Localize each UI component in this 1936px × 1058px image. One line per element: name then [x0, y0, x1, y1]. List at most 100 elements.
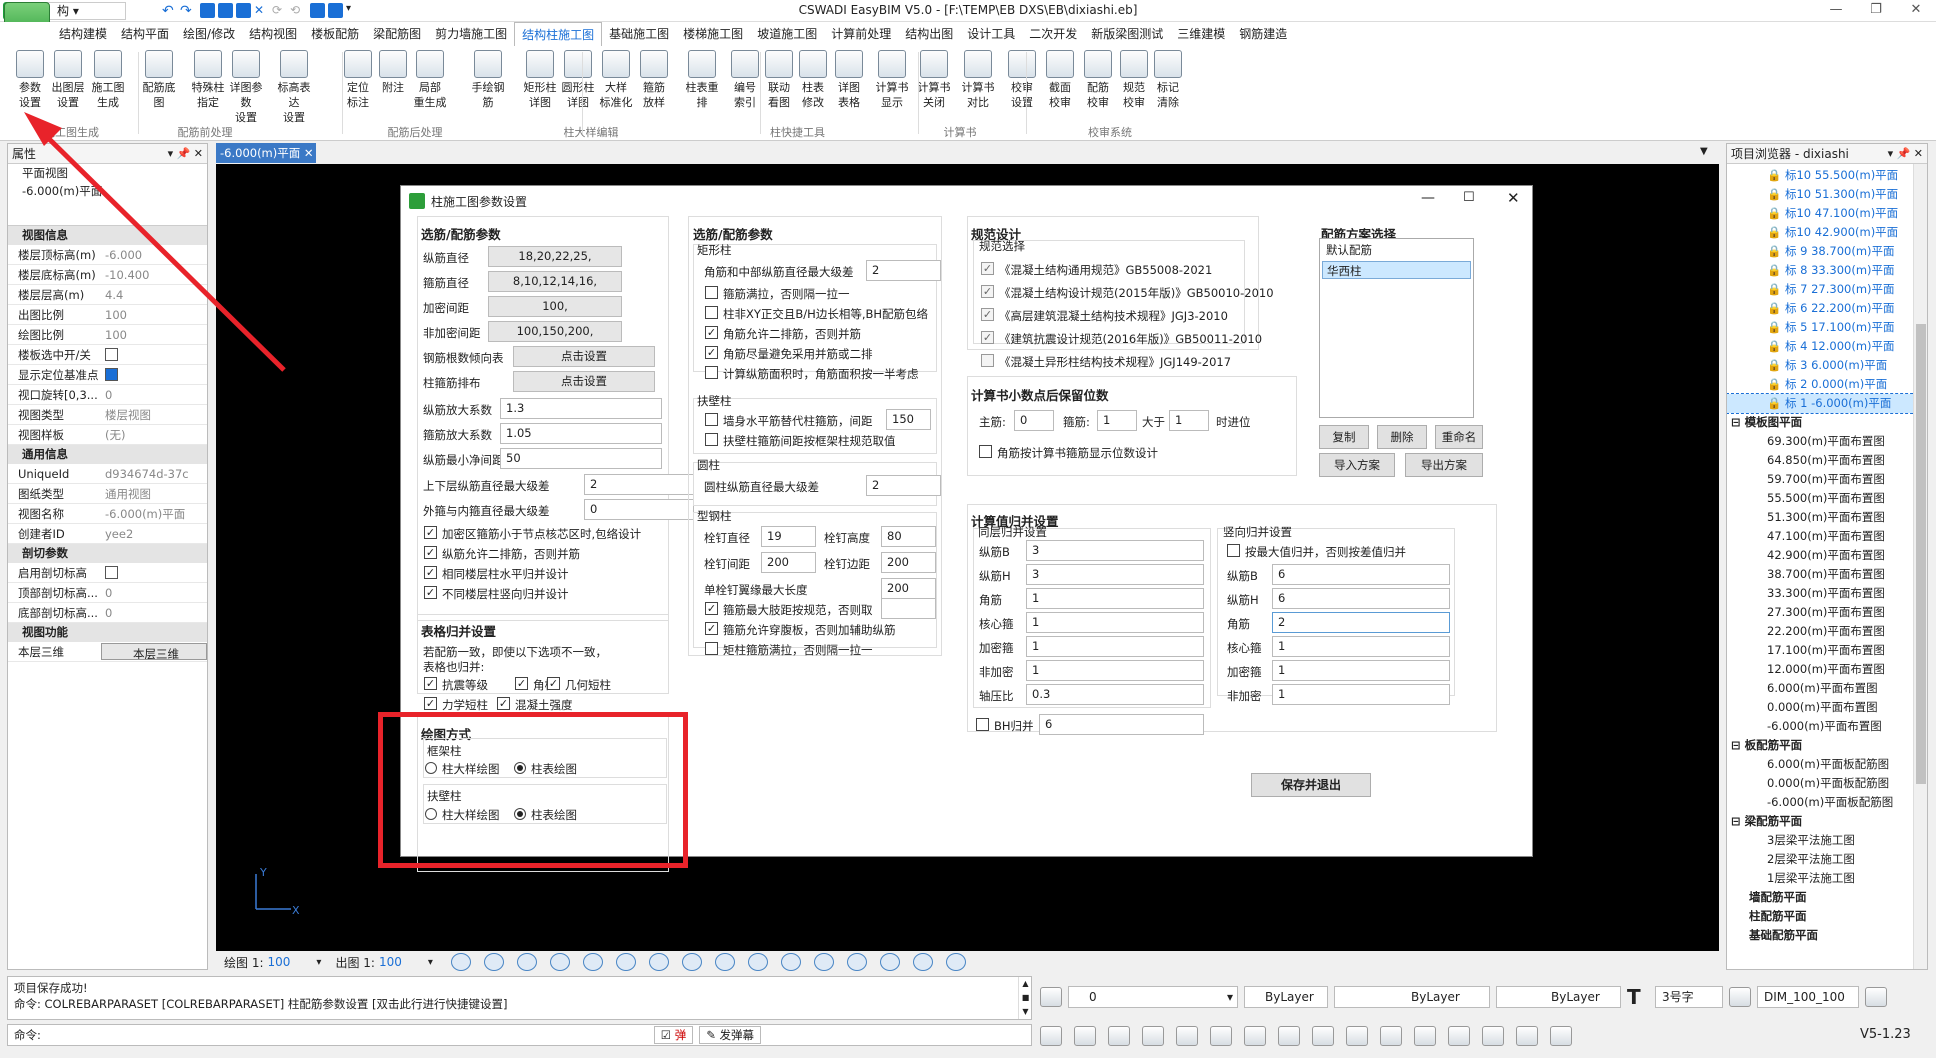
property-checkbox[interactable] — [105, 348, 118, 361]
dialog-minimize-button[interactable]: — — [1421, 190, 1435, 206]
calc-book-close-button[interactable]: 计算书 关闭 — [916, 50, 952, 128]
tree-item[interactable]: 3层梁平法施工图 — [1727, 831, 1927, 850]
tree-level-item[interactable]: 🔒 标10 55.500(m)平面 — [1727, 166, 1927, 185]
view-tool-icon[interactable] — [582, 953, 603, 971]
view-tool-icon[interactable] — [912, 953, 933, 971]
tree-level-item[interactable]: 🔒 标 9 38.700(m)平面 — [1727, 242, 1927, 261]
minimize-button[interactable]: — — [1816, 2, 1856, 20]
table-merge-checkbox[interactable]: ✓ — [547, 677, 560, 690]
steel-checkbox[interactable]: ✓ — [705, 622, 718, 635]
detail-table-button[interactable]: 详图 表格 — [831, 50, 867, 128]
view-tool-icon[interactable] — [747, 953, 768, 971]
view-tool-icon[interactable] — [483, 953, 504, 971]
table-merge-checkbox[interactable]: ✓ — [515, 677, 528, 690]
tree-item[interactable]: 33.300(m)平面布置图 — [1727, 584, 1927, 603]
tab-menu-icon[interactable]: ▼ — [1700, 146, 1708, 157]
tree-item[interactable]: -6.000(m)平面板配筋图 — [1727, 793, 1927, 812]
steel-field-value[interactable]: 80 — [881, 526, 936, 547]
property-value[interactable]: d934674d-37c — [101, 464, 207, 483]
scheme-item[interactable]: 默认配筋 — [1322, 241, 1471, 259]
send-danmu-button[interactable]: ✎ 发弹幕 — [699, 1026, 761, 1044]
tree-item[interactable]: 2层梁平法施工图 — [1727, 850, 1927, 869]
color-select[interactable]: ByLayer — [1244, 986, 1328, 1008]
code-checkbox[interactable]: ✓ — [981, 285, 994, 298]
menu-4[interactable]: 楼板配筋 — [304, 22, 366, 46]
dim-style-icon[interactable] — [1729, 987, 1751, 1007]
tree-item[interactable]: 0.000(m)平面布置图 — [1727, 698, 1927, 717]
code-checkbox[interactable] — [981, 354, 994, 367]
c1-field-value[interactable]: 8,10,12,14,16, — [488, 271, 622, 292]
same-floor-field-value[interactable]: 1 — [1026, 636, 1204, 657]
tree-item[interactable]: 6.000(m)平面板配筋图 — [1727, 755, 1927, 774]
menu-14[interactable]: 二次开发 — [1022, 22, 1084, 46]
menu-17[interactable]: 钢筋建造 — [1232, 22, 1294, 46]
tree-section[interactable]: ⊟ 模板图平面 — [1727, 413, 1927, 432]
menu-16[interactable]: 三维建模 — [1170, 22, 1232, 46]
calc-book-show-button[interactable]: 计算书 显示 — [874, 50, 910, 128]
bottom-tool-icon[interactable] — [1550, 1026, 1572, 1046]
view-tool-icon[interactable] — [450, 953, 471, 971]
output-scale-value[interactable]: 100 — [379, 955, 402, 969]
round-column-detail-button[interactable]: 圆形柱 详图 — [560, 50, 596, 128]
bottom-tool-icon[interactable] — [1244, 1026, 1266, 1046]
tree-level-item[interactable]: 🔒 标 8 33.300(m)平面 — [1727, 261, 1927, 280]
scheme-button-3[interactable]: 导入方案 — [1319, 453, 1395, 477]
property-value[interactable] — [101, 365, 207, 384]
property-value[interactable]: yee2 — [101, 524, 207, 543]
elevation-settings-button[interactable]: 标高表达 设置 — [276, 50, 312, 128]
table-merge-checkbox[interactable]: ✓ — [424, 697, 437, 710]
tree-item[interactable]: 69.300(m)平面布置图 — [1727, 432, 1927, 451]
rebar-base-button[interactable]: 配筋底图 — [141, 50, 177, 128]
c1-field-value[interactable]: 点击设置 — [513, 346, 655, 367]
draw-scale-dropdown[interactable]: ▾ — [316, 957, 321, 968]
browser-controls[interactable]: ▾ 📌 ✕ — [1888, 144, 1927, 164]
tree-level-item[interactable]: 🔒 标10 51.300(m)平面 — [1727, 185, 1927, 204]
menu-2[interactable]: 绘图/修改 — [176, 22, 242, 46]
bh-merge-value[interactable]: 6 — [1039, 714, 1204, 735]
steel-field-value[interactable]: 200 — [761, 552, 816, 573]
c1-checkbox[interactable]: ✓ — [424, 586, 437, 599]
parameter-settings-button[interactable]: 参数 设置 — [12, 50, 48, 128]
column-table-edit-button[interactable]: 柱表 修改 — [795, 50, 831, 128]
c1-checkbox[interactable]: ✓ — [424, 546, 437, 559]
steel-field-value[interactable]: 200 — [881, 578, 936, 599]
tree-level-item[interactable]: 🔒 标 1 -6.000(m)平面 — [1727, 393, 1927, 414]
vertical-merge-checkbox[interactable] — [1227, 544, 1240, 557]
c1-field-value[interactable]: 18,20,22,25, — [488, 246, 622, 267]
text-style-icon[interactable]: T — [1627, 985, 1649, 1009]
panel-controls[interactable]: ▾ 📌 ✕ — [168, 144, 207, 164]
property-checkbox[interactable] — [105, 566, 118, 579]
view-tool-icon[interactable] — [945, 953, 966, 971]
rect-checkbox[interactable]: ✓ — [705, 326, 718, 339]
output-layer-settings-button[interactable]: 出图层 设置 — [50, 50, 86, 128]
code-checkbox[interactable]: ✓ — [981, 262, 994, 275]
property-checkbox[interactable] — [105, 368, 118, 381]
bottom-tool-icon[interactable] — [1414, 1026, 1436, 1046]
property-value[interactable]: 楼层视图 — [101, 405, 207, 424]
vertical-field-value[interactable]: 1 — [1272, 684, 1450, 705]
stirrup-value[interactable]: 1 — [1097, 410, 1137, 431]
bottom-tool-icon[interactable] — [1448, 1026, 1470, 1046]
draw-scale-value[interactable]: 100 — [268, 955, 291, 969]
greater-than-value[interactable]: 1 — [1169, 410, 1209, 431]
bottom-tool-icon[interactable] — [1516, 1026, 1538, 1046]
tree-item[interactable]: 51.300(m)平面布置图 — [1727, 508, 1927, 527]
menu-9[interactable]: 楼梯施工图 — [676, 22, 750, 46]
tree-item[interactable]: 22.200(m)平面布置图 — [1727, 622, 1927, 641]
property-value[interactable]: (无) — [101, 425, 207, 444]
c1-checkbox[interactable]: ✓ — [424, 526, 437, 539]
c1-input-field[interactable]: 1.3 — [500, 398, 662, 419]
table-merge-checkbox[interactable]: ✓ — [424, 677, 437, 690]
tree-item[interactable]: 27.300(m)平面布置图 — [1727, 603, 1927, 622]
view-tool-icon[interactable] — [648, 953, 669, 971]
bottom-tool-icon[interactable] — [1482, 1026, 1504, 1046]
vertical-field-value[interactable]: 1 — [1272, 660, 1450, 681]
c1-checkbox[interactable]: ✓ — [424, 566, 437, 579]
decimal-checkbox[interactable] — [979, 445, 992, 458]
property-value[interactable]: 0 — [101, 583, 207, 602]
wall-col-value[interactable]: 150 — [886, 409, 931, 430]
scheme-button-1[interactable]: 删除 — [1377, 425, 1427, 449]
dialog-maximize-button[interactable]: ☐ — [1463, 190, 1475, 205]
browser-scrollbar[interactable] — [1913, 164, 1927, 969]
note-button[interactable]: 附注 — [375, 50, 411, 128]
